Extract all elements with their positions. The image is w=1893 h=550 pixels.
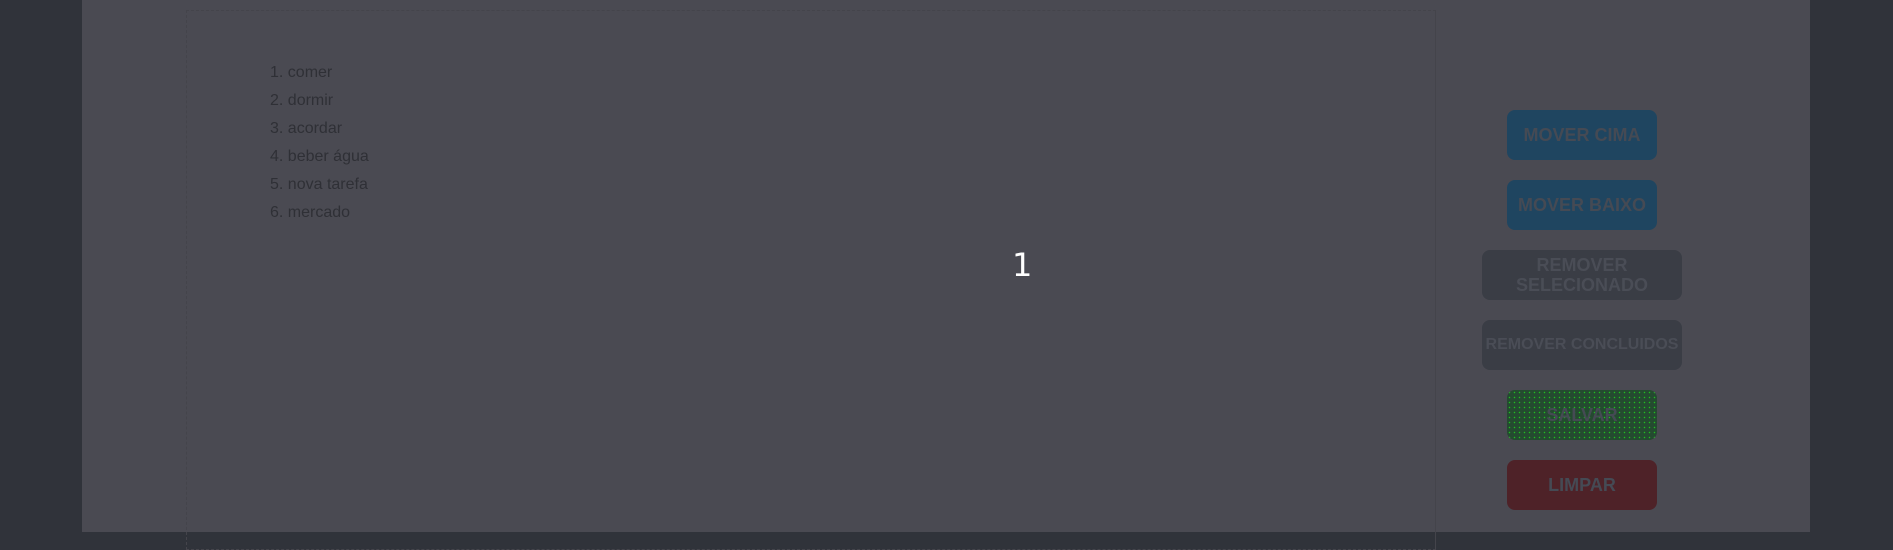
list-item[interactable]: 6. mercado	[270, 199, 369, 227]
item-number: 6.	[270, 204, 284, 221]
item-number: 1.	[270, 64, 284, 81]
save-button[interactable]: SALVAR	[1507, 390, 1657, 440]
list-item[interactable]: 3. acordar	[270, 115, 369, 143]
clear-button[interactable]: LIMPAR	[1507, 460, 1657, 510]
item-number: 2.	[270, 92, 284, 109]
item-label: mercado	[287, 204, 351, 221]
move-up-button[interactable]: MOVER CIMA	[1507, 110, 1657, 160]
task-list-container: 1. comer 2. dormir 3. acordar 4. beber á…	[186, 10, 1436, 550]
list-item[interactable]: 2. dormir	[270, 87, 369, 115]
task-list: 1. comer 2. dormir 3. acordar 4. beber á…	[270, 59, 369, 227]
item-number: 4.	[270, 148, 284, 165]
list-item[interactable]: 4. beber água	[270, 143, 369, 171]
list-item[interactable]: 1. comer	[270, 59, 369, 87]
item-label: dormir	[287, 92, 334, 109]
item-label: beber água	[287, 148, 369, 165]
counter-overlay: 1	[1012, 246, 1033, 284]
item-label: nova tarefa	[287, 176, 368, 193]
item-number: 3.	[270, 120, 284, 137]
item-number: 5.	[270, 176, 284, 193]
item-label: comer	[287, 64, 333, 81]
remove-done-button[interactable]: REMOVER CONCLUIDOS	[1482, 320, 1682, 370]
item-label: acordar	[287, 120, 343, 137]
move-down-button[interactable]: MOVER BAIXO	[1507, 180, 1657, 230]
remove-selected-button[interactable]: REMOVER SELECIONADO	[1482, 250, 1682, 300]
page: 1. comer 2. dormir 3. acordar 4. beber á…	[82, 0, 1810, 550]
list-item[interactable]: 5. nova tarefa	[270, 171, 369, 199]
